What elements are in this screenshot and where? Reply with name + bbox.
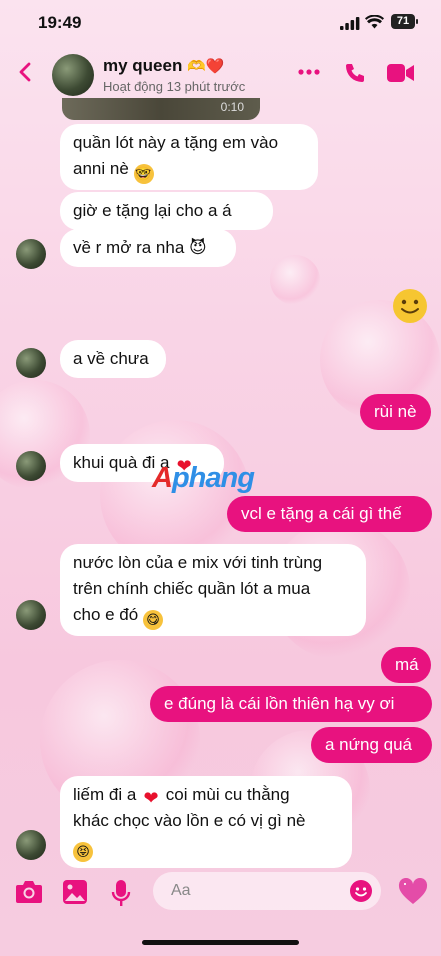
mic-icon[interactable] — [111, 879, 131, 907]
status-bar: 19:49 71 — [0, 0, 441, 44]
status-time: 19:49 — [38, 13, 82, 32]
tongue-emoji-icon: 😝 — [73, 842, 93, 862]
wifi-icon — [365, 15, 384, 29]
smile-emoji-icon[interactable] — [392, 288, 428, 324]
message-text: quần lót này a tặng em vào — [73, 133, 279, 152]
message-bubble[interactable]: rùi nè — [360, 394, 431, 430]
message-text: trên chính chiếc quần lót a mua — [73, 579, 311, 598]
message-text: rùi nè — [374, 402, 417, 421]
nerd-emoji-icon: 🤓 — [133, 164, 154, 184]
video-duration: 0:10 — [220, 100, 244, 114]
chat-header: my queen 🫶❤️ Hoạt động 13 phút trước — [0, 44, 441, 106]
video-attachment[interactable]: 0:10 — [62, 98, 260, 120]
message-text: cho e đó — [73, 605, 139, 624]
message-bubble[interactable]: về r mở ra nha 😈 — [60, 229, 236, 267]
signal-icon — [340, 17, 360, 30]
heart-icon[interactable] — [398, 878, 428, 906]
message-text: coi mùi cu thằng — [165, 785, 290, 804]
watermark-text: phang — [171, 462, 255, 494]
message-text: vcl e tặng a cái gì thế — [241, 504, 402, 523]
contact-name[interactable]: my queen 🫶❤️ — [103, 56, 224, 76]
home-indicator — [142, 940, 299, 945]
video-icon[interactable] — [387, 62, 415, 84]
more-icon[interactable] — [297, 68, 321, 76]
message-text: anni nè — [73, 159, 129, 178]
name-emojis: 🫶❤️ — [187, 58, 225, 75]
avatar — [16, 600, 46, 630]
message-bubble[interactable]: vcl e tặng a cái gì thế — [227, 496, 432, 532]
message-text: về r mở ra nha 😈 — [73, 238, 207, 257]
message-text: a nứng quá — [325, 735, 413, 754]
contact-name-text: my queen — [103, 56, 183, 75]
message-text: e đúng là cái lồn thiên hạ vy ơi — [164, 694, 395, 713]
camera-icon[interactable] — [15, 879, 43, 905]
phone-icon[interactable] — [343, 61, 367, 85]
message-text: liếm đi a — [73, 785, 137, 804]
message-bubble[interactable]: nước lòn của e mix với tinh trùng trên c… — [60, 544, 366, 636]
avatar — [16, 239, 46, 269]
background-heart — [270, 255, 320, 305]
avatar — [16, 830, 46, 860]
message-text: khác chọc vào lồn e có vị gì nè — [73, 811, 306, 830]
message-bubble[interactable]: quần lót này a tặng em vào anni nè 🤓 — [60, 124, 318, 190]
yum-emoji-icon: 😋 — [142, 610, 163, 630]
avatar[interactable] — [52, 54, 94, 96]
image-icon[interactable] — [62, 879, 88, 905]
message-bubble[interactable]: a về chưa — [60, 340, 166, 378]
heart-icon: ❤ — [143, 788, 159, 808]
battery-indicator: 71 — [391, 14, 418, 29]
back-icon[interactable] — [14, 60, 38, 84]
message-bubble[interactable]: e đúng là cái lồn thiên hạ vy ơi — [150, 686, 432, 722]
message-bubble[interactable]: giờ e tặng lại cho a á — [60, 192, 273, 230]
avatar — [16, 451, 46, 481]
activity-status: Hoạt động 13 phút trước — [103, 79, 246, 94]
message-input[interactable]: Aa — [153, 872, 381, 910]
message-bubble[interactable]: a nứng quá — [311, 727, 432, 763]
message-text: má — [395, 655, 419, 674]
message-input-placeholder: Aa — [171, 882, 191, 899]
message-bubble[interactable]: liếm đi a ❤ coi mùi cu thằng khác chọc v… — [60, 776, 352, 868]
watermark-letter: A — [152, 462, 173, 494]
message-text: nước lòn của e mix với tinh trùng — [73, 553, 323, 572]
watermark-logo: Aphang — [152, 462, 255, 495]
message-bubble[interactable]: má — [381, 647, 431, 683]
message-text: a về chưa — [73, 349, 149, 368]
avatar — [16, 348, 46, 378]
message-text: giờ e tặng lại cho a á — [73, 201, 232, 220]
emoji-icon[interactable] — [349, 879, 373, 903]
